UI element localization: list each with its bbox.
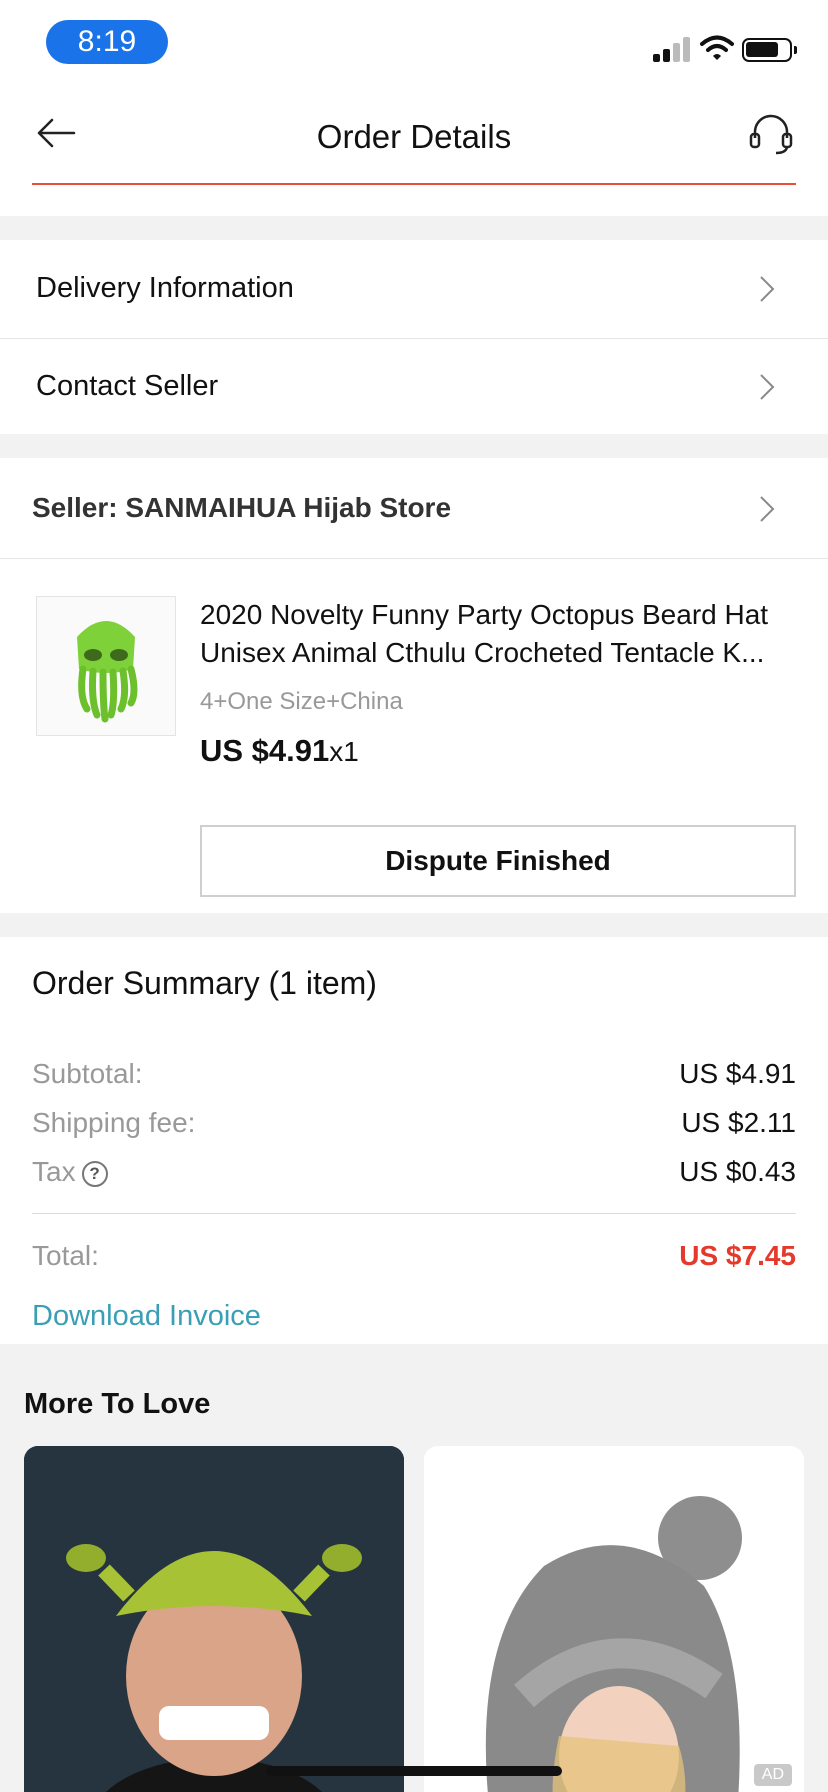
product-quantity: x1 <box>329 736 359 767</box>
header: Order Details <box>0 90 828 186</box>
fur-pom-pom-hat-image <box>424 1446 804 1792</box>
more-to-love-title: More To Love <box>24 1388 211 1420</box>
product-title[interactable]: 2020 Novelty Funny Party Octopus Beard H… <box>200 596 800 672</box>
section-gap <box>0 434 828 458</box>
more-to-love-section: More To Love AD <box>0 1344 828 1792</box>
customer-service-headset-icon[interactable] <box>746 108 796 158</box>
header-divider <box>32 183 796 185</box>
summary-divider <box>32 1213 796 1214</box>
ogre-ears-hat-image <box>24 1446 404 1792</box>
battery-icon <box>742 38 797 62</box>
chevron-right-icon <box>760 276 775 302</box>
tax-value: US $0.43 <box>679 1156 796 1187</box>
section-gap <box>0 913 828 937</box>
chevron-right-icon <box>760 496 775 522</box>
chevron-right-icon <box>760 374 775 400</box>
seller-name: Seller: SANMAIHUA Hijab Store <box>32 492 452 523</box>
section-gap <box>0 216 828 240</box>
shipping-fee-value: US $2.11 <box>681 1107 796 1138</box>
tax-row-label: Tax? <box>32 1156 108 1188</box>
recommended-product-card[interactable] <box>24 1446 404 1792</box>
product-price-line: US $4.91x1 <box>200 733 359 769</box>
product-title-line2: Unisex Animal Cthulu Crocheted Tentacle … <box>200 637 765 668</box>
status-time: 8:19 <box>46 20 168 64</box>
delivery-information-row[interactable]: Delivery Information <box>0 240 828 338</box>
dispute-finished-button[interactable]: Dispute Finished <box>200 825 796 897</box>
product-thumbnail[interactable] <box>36 596 176 736</box>
tax-label: Tax <box>32 1156 76 1187</box>
subtotal-label: Subtotal: <box>32 1058 143 1089</box>
total-value: US $7.45 <box>679 1240 796 1271</box>
delivery-information-label: Delivery Information <box>36 272 294 304</box>
recommended-product-card[interactable]: AD <box>424 1446 804 1792</box>
download-invoice-link[interactable]: Download Invoice <box>32 1300 261 1333</box>
home-indicator[interactable] <box>266 1766 562 1776</box>
product-variant: 4+One Size+China <box>200 688 403 715</box>
contact-seller-row[interactable]: Contact Seller <box>0 339 828 434</box>
shipping-fee-label: Shipping fee: <box>32 1107 196 1138</box>
seller-row[interactable]: Seller: SANMAIHUA Hijab Store <box>0 458 828 558</box>
total-label: Total: <box>32 1240 99 1271</box>
status-bar: 8:19 <box>0 0 828 90</box>
product-title-line1: 2020 Novelty Funny Party Octopus Beard H… <box>200 599 769 630</box>
order-summary-title: Order Summary (1 item) <box>32 965 377 1001</box>
subtotal-value: US $4.91 <box>679 1058 796 1089</box>
octopus-hat-image <box>77 621 138 723</box>
ad-badge: AD <box>753 1764 792 1786</box>
contact-seller-label: Contact Seller <box>36 370 219 402</box>
wifi-icon <box>700 35 734 60</box>
product-price: US $4.91 <box>200 733 330 768</box>
cellular-signal-icon <box>653 36 691 62</box>
page-title: Order Details <box>316 118 512 155</box>
row-divider <box>0 558 828 559</box>
help-question-icon[interactable]: ? <box>81 1161 108 1187</box>
